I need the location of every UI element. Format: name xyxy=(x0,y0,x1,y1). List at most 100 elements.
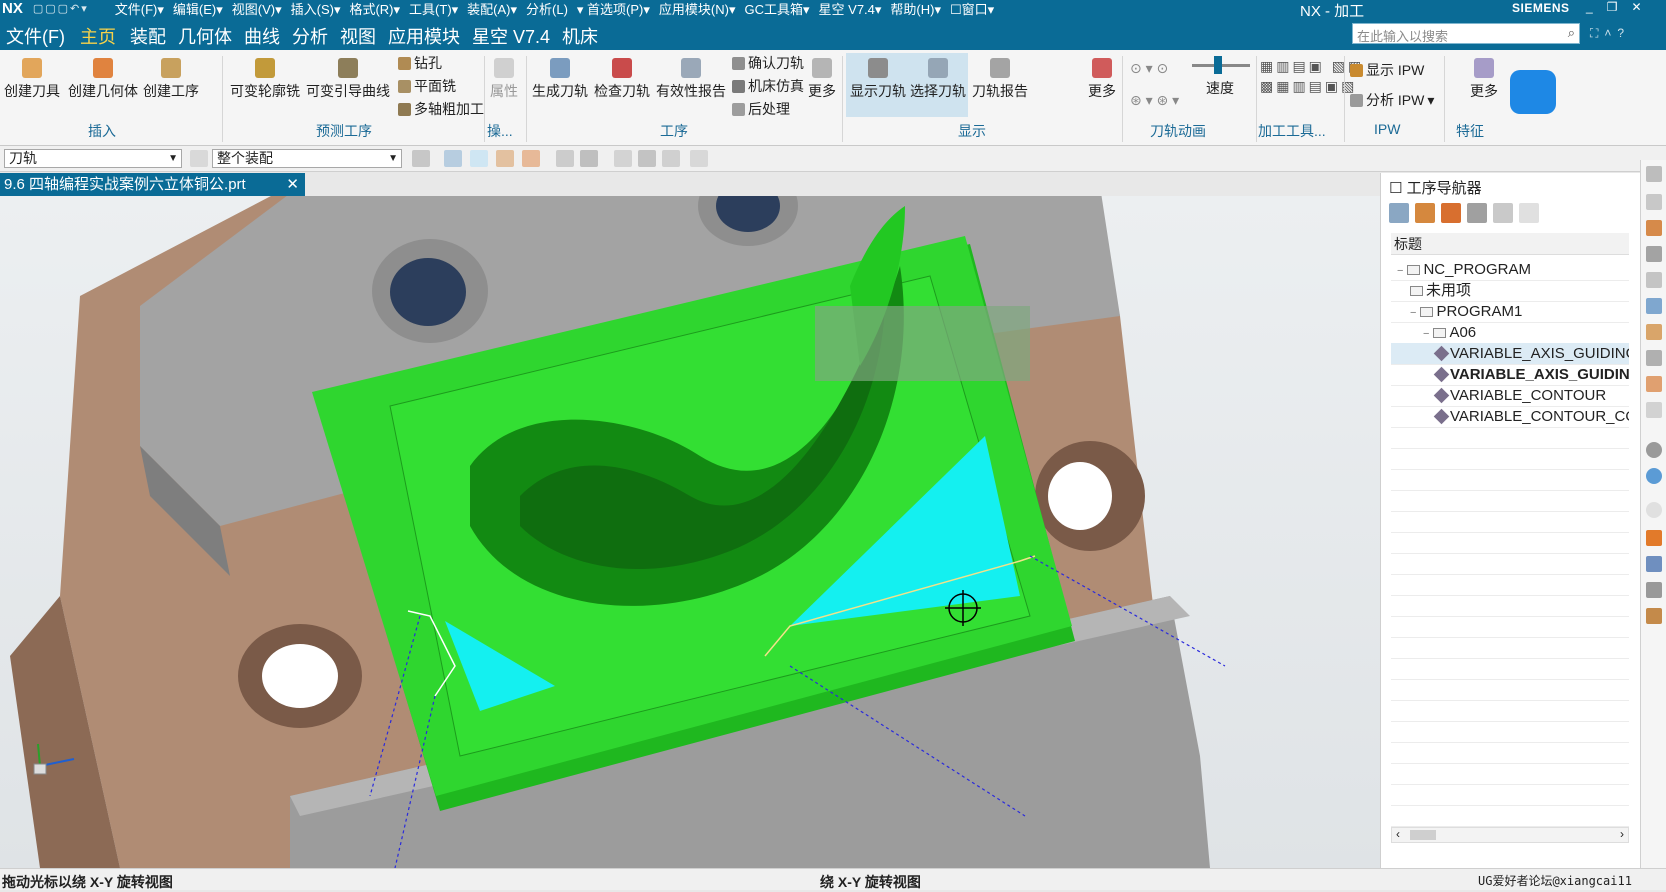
tree-row[interactable]: VARIABLE_CONTOUR_COPY xyxy=(1391,406,1629,427)
tab-curve[interactable]: 曲线 xyxy=(244,23,280,49)
minimize-button[interactable]: _ xyxy=(1586,0,1593,14)
menu-item[interactable]: 格式(R)▾ xyxy=(349,2,400,17)
menu-item[interactable]: 装配(A)▾ xyxy=(467,2,517,17)
restore-button[interactable]: ❐ xyxy=(1607,0,1618,14)
check-path-button[interactable]: 检查刀轨 xyxy=(594,54,650,101)
wireframe-view-icon[interactable] xyxy=(580,150,598,167)
tab-machine[interactable]: 机床 xyxy=(562,23,598,49)
solid-view-icon[interactable] xyxy=(556,150,574,167)
tab-geometry[interactable]: 几何体 xyxy=(178,23,232,49)
hexagon-icon[interactable] xyxy=(470,150,488,167)
snap-icon[interactable] xyxy=(412,150,430,167)
menu-item[interactable]: 工具(T)▾ xyxy=(409,2,458,17)
part-navigator-icon[interactable] xyxy=(1646,194,1662,210)
tab-analysis[interactable]: 分析 xyxy=(292,23,328,49)
measure-icon[interactable] xyxy=(690,150,708,167)
reuse-library-icon[interactable] xyxy=(1646,376,1662,392)
menu-item[interactable]: 应用模块(N)▾ xyxy=(659,2,736,17)
collapse-icon[interactable]: − xyxy=(1410,307,1416,319)
path-report-button[interactable]: 刀轨报告 xyxy=(972,54,1028,101)
program-order-view-icon[interactable] xyxy=(1389,203,1409,223)
tab-application[interactable]: 应用模块 xyxy=(388,23,460,49)
confirm-path-button[interactable]: 确认刀轨 xyxy=(732,53,804,73)
tree-row[interactable]: − NC_PROGRAM xyxy=(1391,259,1629,280)
menu-item[interactable]: 插入(S)▾ xyxy=(291,2,341,17)
create-geometry-button[interactable]: 创建几何体 xyxy=(68,54,138,101)
collapse-icon[interactable]: − xyxy=(1397,265,1403,277)
cloud-app-icon[interactable] xyxy=(1510,70,1556,114)
machine-tool-view-icon[interactable] xyxy=(1415,203,1435,223)
machining-tools-row1[interactable]: ▦▥▤▣ ▧▨ xyxy=(1260,58,1364,75)
generate-path-button[interactable]: 生成刀轨 xyxy=(532,54,588,101)
scroll-thumb[interactable] xyxy=(1410,830,1436,840)
tab-file[interactable]: 文件(F) xyxy=(6,23,65,49)
graphics-viewport[interactable] xyxy=(0,196,1380,868)
speed-slider-thumb[interactable] xyxy=(1214,56,1222,74)
menu-item[interactable]: 帮助(H)▾ xyxy=(890,2,941,17)
file-tab[interactable]: 9.6 四轴编程实战案例六立体铜公.prt ✕ xyxy=(0,173,305,196)
feature-more-button[interactable]: 更多 xyxy=(1470,54,1498,101)
globe-icon[interactable] xyxy=(1646,468,1662,484)
machine-sim-button[interactable]: 机床仿真 xyxy=(732,76,804,96)
tool-library-icon[interactable] xyxy=(1646,556,1662,572)
tree-row[interactable]: − PROGRAM1 xyxy=(1391,301,1629,322)
operation-navigator-icon[interactable] xyxy=(1646,298,1662,314)
display-more-button[interactable]: 更多 xyxy=(1088,54,1116,101)
postprocess-button[interactable]: 后处理 xyxy=(732,99,790,119)
animation-controls[interactable]: ⊙ ▾ ⊙ xyxy=(1130,60,1168,77)
role-icon[interactable] xyxy=(1646,402,1662,418)
settings-icon[interactable] xyxy=(1646,166,1662,182)
cube-point-icon[interactable] xyxy=(496,150,514,167)
selection-intent-icon[interactable] xyxy=(444,150,462,167)
create-operation-button[interactable]: 创建工序 xyxy=(143,54,199,101)
scope-dropdown[interactable]: 整个装配 ▼ xyxy=(212,149,402,168)
menu-item[interactable]: 文件(F)▾ xyxy=(115,2,164,17)
animation-step-controls[interactable]: ⊛ ▾ ⊛ ▾ xyxy=(1130,92,1179,109)
menu-item[interactable]: GC工具箱▾ xyxy=(745,2,810,17)
create-tool-button[interactable]: 创建刀具 xyxy=(4,54,60,101)
select-path-button[interactable]: 选择刀轨 xyxy=(910,54,966,101)
scroll-right-icon[interactable]: › xyxy=(1620,827,1624,841)
constraint-navigator-icon[interactable] xyxy=(1646,246,1662,262)
tab-assembly[interactable]: 装配 xyxy=(130,23,166,49)
tree-row[interactable]: 未用项 xyxy=(1391,280,1629,301)
cube-edge-icon[interactable] xyxy=(522,150,540,167)
hide-icon[interactable] xyxy=(662,150,680,167)
menu-item[interactable]: 星空 V7.4▾ xyxy=(819,2,882,17)
navigator-column-header[interactable]: 标题 xyxy=(1391,233,1629,255)
search-icon[interactable]: ⌕ xyxy=(1568,25,1575,41)
menu-item[interactable]: ▾ 首选项(P)▾ xyxy=(577,2,650,17)
multi-axis-rough-button[interactable]: 多轴粗加工 xyxy=(398,99,484,119)
part-history-icon[interactable] xyxy=(1646,272,1662,288)
menu-item[interactable]: 编辑(E)▾ xyxy=(173,2,223,17)
validity-report-button[interactable]: 有效性报告 xyxy=(656,54,726,101)
navigator-horizontal-scrollbar[interactable]: ‹ › xyxy=(1391,827,1629,843)
tab-xingkong[interactable]: 星空 V7.4 xyxy=(472,23,550,49)
close-button[interactable]: ✕ xyxy=(1631,0,1641,14)
collapse-icon[interactable]: − xyxy=(1423,328,1429,340)
mcs-icon[interactable] xyxy=(614,150,632,167)
assembly-navigator-icon[interactable] xyxy=(1646,220,1662,236)
tree-row[interactable]: − A06 xyxy=(1391,322,1629,343)
properties-button[interactable]: 属性 xyxy=(490,54,518,101)
clear-icon[interactable] xyxy=(1519,203,1539,223)
cam-tools-icon[interactable] xyxy=(1646,608,1662,624)
variable-contour-button[interactable]: 可变轮廓铣 xyxy=(230,54,300,101)
tree-row[interactable]: VARIABLE_CONTOUR xyxy=(1391,385,1629,406)
machine-navigator-icon[interactable] xyxy=(1646,324,1662,340)
operation-more-button[interactable]: 更多 xyxy=(808,54,836,101)
tools-icon[interactable] xyxy=(1646,582,1662,598)
drill-button[interactable]: 钻孔 xyxy=(398,53,442,73)
analyze-ipw-button[interactable]: 分析 IPW ▾ xyxy=(1350,90,1434,110)
history-clock-icon[interactable] xyxy=(1646,502,1662,518)
type-filter-dropdown[interactable]: 刀轨 ▼ xyxy=(4,149,182,168)
quick-access-toolbar[interactable]: ▢▢▢↶▾ xyxy=(29,2,115,15)
tree-row[interactable]: VARIABLE_AXIS_GUIDING_CURVES xyxy=(1391,343,1629,364)
method-view-icon[interactable] xyxy=(1467,203,1487,223)
ribbon-controls[interactable]: ⛶˄? xyxy=(1590,26,1630,41)
machining-tools-row2[interactable]: ▩▦▥▤▣▧ xyxy=(1260,78,1357,95)
show-path-button[interactable]: 显示刀轨 xyxy=(850,54,906,101)
visualization-icon[interactable] xyxy=(1646,530,1662,546)
face-mill-button[interactable]: 平面铣 xyxy=(398,76,456,96)
close-icon[interactable]: ✕ xyxy=(286,173,299,196)
